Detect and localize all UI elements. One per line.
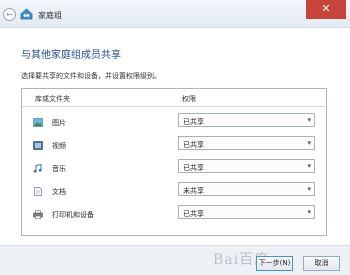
pictures-icon bbox=[33, 118, 43, 127]
chevron-down-icon: ▾ bbox=[307, 116, 311, 124]
homegroup-icon bbox=[20, 8, 33, 20]
share-row-documents: 文档 未共享 ▾ bbox=[22, 182, 326, 200]
row-label: 音乐 bbox=[52, 165, 66, 173]
permission-select[interactable]: 已共享 ▾ bbox=[178, 159, 315, 173]
cancel-button[interactable]: 取消 bbox=[303, 256, 340, 271]
dialog-footer: Bai百度 下一步(N) 取消 bbox=[0, 245, 350, 275]
page-heading: 与其他家庭组成员共享 bbox=[21, 50, 121, 61]
permission-value: 已共享 bbox=[183, 210, 204, 218]
share-row-music: 音乐 已共享 ▾ bbox=[22, 159, 326, 177]
permission-select[interactable]: 已共享 ▾ bbox=[178, 205, 315, 219]
column-header-folder: 库或文件夹 bbox=[35, 95, 70, 103]
row-label: 文档 bbox=[52, 188, 66, 196]
permission-select[interactable]: 已共享 ▾ bbox=[178, 136, 315, 150]
chevron-down-icon: ▾ bbox=[307, 139, 311, 147]
permission-value: 已共享 bbox=[183, 118, 204, 126]
permission-value: 已共享 bbox=[183, 141, 204, 149]
videos-icon bbox=[33, 141, 43, 150]
music-icon bbox=[33, 164, 42, 173]
permission-value: 未共享 bbox=[183, 187, 204, 195]
row-label: 打印机和设备 bbox=[52, 211, 94, 219]
share-row-printers: 打印机和设备 已共享 ▾ bbox=[22, 205, 326, 223]
share-list: 库或文件夹 权限 图片 已共享 ▾ 视频 已共享 ▾ 音乐 已共享 ▾ 文档 未… bbox=[21, 88, 327, 236]
permission-value: 已共享 bbox=[183, 164, 204, 172]
back-button[interactable]: ← bbox=[3, 8, 16, 21]
window-title: 家庭组 bbox=[38, 11, 62, 20]
chevron-down-icon: ▾ bbox=[307, 162, 311, 170]
back-arrow-icon: ← bbox=[6, 10, 13, 19]
row-label: 图片 bbox=[52, 119, 66, 127]
permission-select[interactable]: 已共享 ▾ bbox=[178, 113, 315, 127]
printer-icon bbox=[33, 210, 43, 219]
page-subtitle: 选择要共享的文件和设备，并设置权限级别。 bbox=[21, 72, 161, 80]
close-icon: ✕ bbox=[321, 2, 331, 15]
header-divider bbox=[22, 106, 326, 107]
main-content: 与其他家庭组成员共享 选择要共享的文件和设备，并设置权限级别。 库或文件夹 权限… bbox=[0, 28, 350, 245]
next-button[interactable]: 下一步(N) bbox=[256, 256, 293, 271]
documents-icon bbox=[34, 187, 42, 196]
column-header-permission: 权限 bbox=[182, 95, 196, 103]
share-row-pictures: 图片 已共享 ▾ bbox=[22, 113, 326, 131]
share-row-videos: 视频 已共享 ▾ bbox=[22, 136, 326, 154]
title-bar: ← 家庭组 ✕ bbox=[0, 0, 350, 28]
permission-select[interactable]: 未共享 ▾ bbox=[178, 182, 315, 196]
chevron-down-icon: ▾ bbox=[307, 185, 311, 193]
row-label: 视频 bbox=[52, 142, 66, 150]
chevron-down-icon: ▾ bbox=[307, 208, 311, 216]
close-button[interactable]: ✕ bbox=[306, 0, 346, 19]
